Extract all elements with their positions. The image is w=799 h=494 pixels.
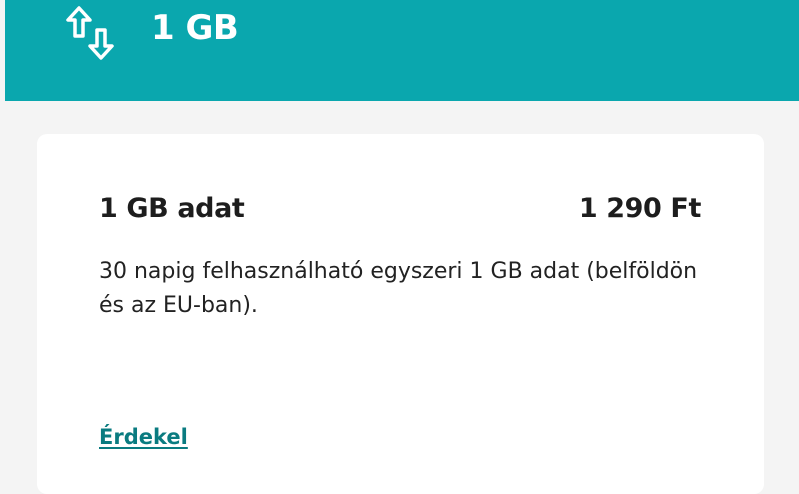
header-title: 1 GB <box>151 8 239 48</box>
interested-link[interactable]: Érdekel <box>99 423 188 451</box>
data-transfer-arrows-icon <box>65 2 131 64</box>
offer-description: 30 napig felhasználható egyszeri 1 GB ad… <box>99 259 698 318</box>
offer-title: 1 GB adat <box>99 193 245 224</box>
offer-price: 1 290 Ft <box>578 193 702 224</box>
header-bar: 1 GB <box>5 0 799 101</box>
offer-card: 1 GB adat 1 290 Ft 30 napig felhasználha… <box>37 134 764 494</box>
